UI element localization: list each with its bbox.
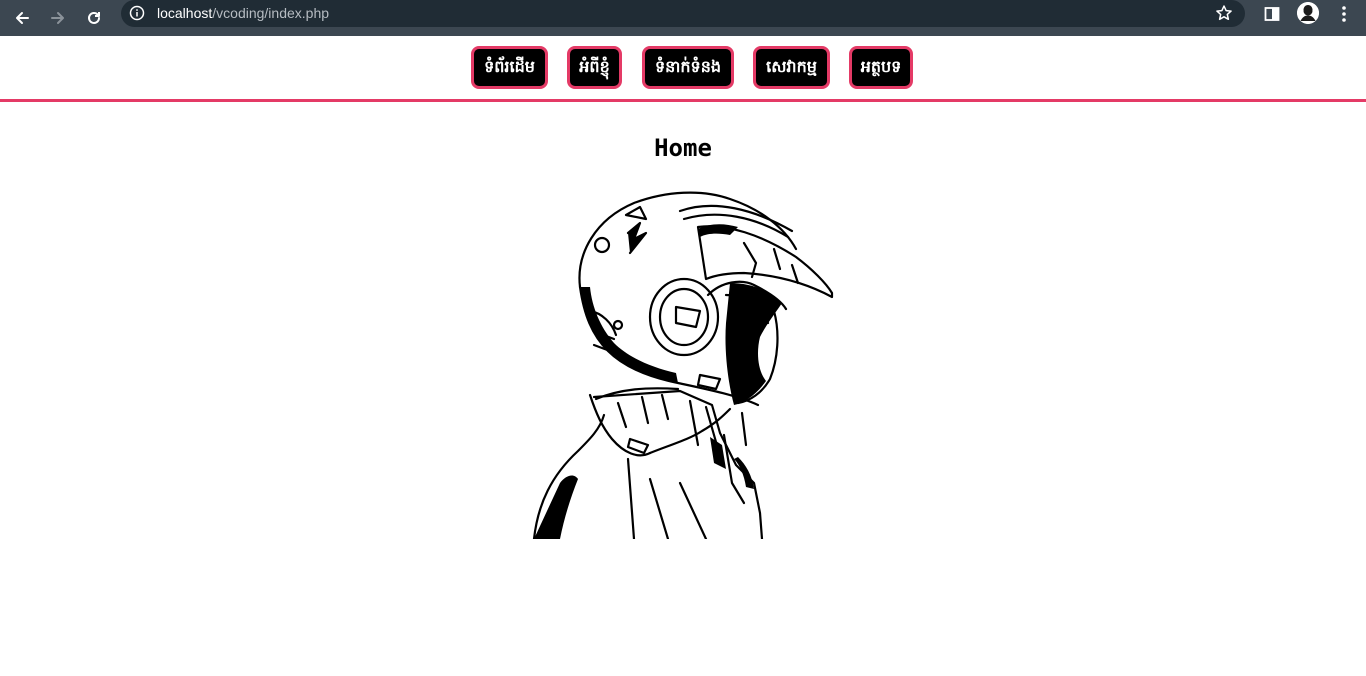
reload-icon — [88, 11, 100, 24]
bookmark-button[interactable] — [1215, 4, 1233, 22]
back-button[interactable] — [8, 4, 36, 32]
address-bar[interactable]: localhost/vcoding/index.php — [121, 0, 1245, 27]
site-info-button[interactable] — [128, 4, 146, 22]
side-panel-button[interactable] — [1262, 4, 1282, 24]
browser-toolbar: localhost/vcoding/index.php — [0, 0, 1366, 36]
info-icon — [129, 5, 145, 21]
hero-illustration — [532, 191, 834, 539]
forward-arrow-icon — [51, 12, 64, 24]
url-host: localhost — [157, 5, 213, 21]
browser-menu-button[interactable] — [1334, 4, 1354, 24]
side-panel-icon — [1264, 7, 1280, 21]
url-path: /vcoding/index.php — [212, 5, 330, 21]
nav-articles-link[interactable]: អត្ថបទ — [849, 46, 913, 89]
nav-about-link[interactable]: អំពីខ្ញុំ — [567, 46, 622, 89]
profile-avatar-icon — [1297, 2, 1319, 24]
nav-home-link[interactable]: ទំព័រដើម — [471, 46, 548, 89]
profile-button[interactable] — [1297, 2, 1319, 24]
kebab-menu-icon — [1342, 6, 1346, 22]
back-arrow-icon — [16, 12, 29, 24]
nav-services-link[interactable]: សេវាកម្ម — [753, 46, 830, 89]
main-navigation: ទំព័រដើម អំពីខ្ញុំ ទំនាក់ទំនង សេវាកម្ម អ… — [0, 37, 1366, 102]
nav-contact-link[interactable]: ទំនាក់ទំនង — [642, 46, 734, 89]
reload-button[interactable] — [80, 4, 108, 32]
page-title: Home — [654, 134, 712, 162]
url-text[interactable]: localhost/vcoding/index.php — [157, 4, 329, 22]
forward-button[interactable] — [44, 4, 72, 32]
star-icon — [1216, 5, 1232, 21]
